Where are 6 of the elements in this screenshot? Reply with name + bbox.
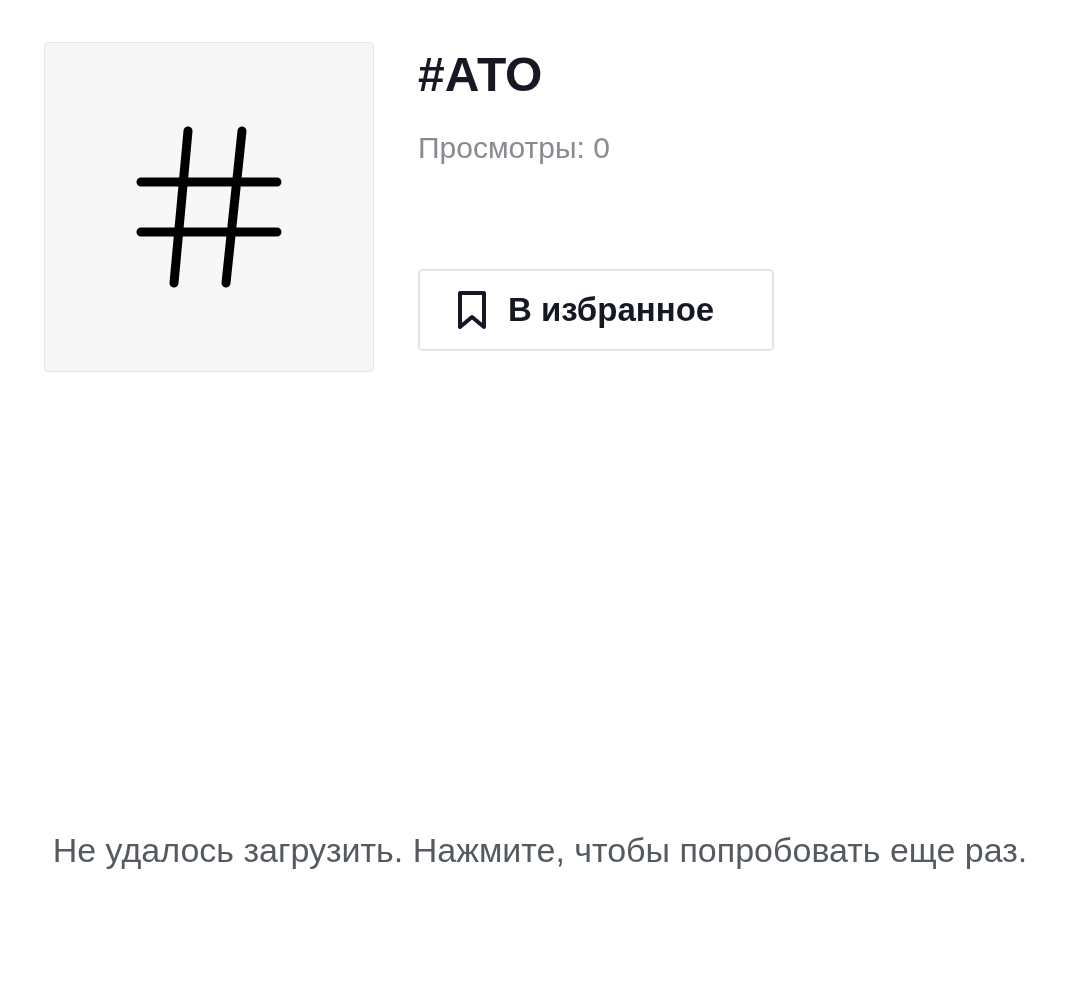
favorite-button[interactable]: В избранное xyxy=(418,269,774,351)
error-message[interactable]: Не удалось загрузить. Нажмите, чтобы попробовать еще раз. xyxy=(52,824,1028,876)
bookmark-icon xyxy=(456,290,488,330)
view-count: Просмотры: 0 xyxy=(418,130,611,166)
tag-title: #АТО xyxy=(418,47,544,103)
hashtag-icon xyxy=(136,126,282,288)
